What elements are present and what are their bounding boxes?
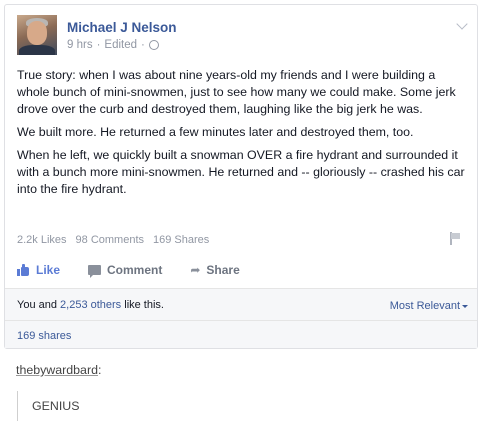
- share-icon: ➦: [190, 263, 201, 277]
- globe-icon: [148, 40, 159, 50]
- shares-count[interactable]: 169 Shares: [153, 234, 209, 246]
- post-paragraph: When he left, we quickly built a snowman…: [17, 148, 465, 196]
- like-label: Like: [36, 263, 61, 277]
- likes-suffix: like this.: [121, 299, 164, 311]
- post-paragraph: True story: when I was about nine years-…: [17, 68, 456, 116]
- thumb-icon: [17, 264, 30, 276]
- action-bar: Like Comment ➦ Share: [17, 263, 268, 278]
- likes-summary: You and 2,253 others like this.: [17, 299, 164, 311]
- meta-separator: ·: [96, 39, 101, 51]
- likes-summary-row: You and 2,253 others like this. Most Rel…: [5, 288, 477, 320]
- flag-cloth: [451, 233, 460, 239]
- caret-icon: [462, 304, 468, 308]
- quote-bar: [17, 391, 18, 421]
- facebook-post-card: Michael J Nelson 9 hrs · Edited · True s…: [4, 4, 478, 349]
- meta-separator: ·: [141, 39, 145, 51]
- likes-others-link[interactable]: 2,253 others: [60, 299, 121, 311]
- post-time[interactable]: 9 hrs: [67, 39, 93, 51]
- post-body: True story: when I was about nine years-…: [17, 67, 469, 204]
- sort-dropdown[interactable]: Most Relevant: [390, 300, 468, 312]
- comment-icon: [88, 265, 102, 278]
- comment-label: Comment: [107, 263, 163, 277]
- chevron-down-icon[interactable]: [456, 18, 468, 30]
- share-label: Share: [206, 263, 240, 277]
- comments-count[interactable]: 98 Comments: [76, 234, 144, 246]
- username-colon: :: [97, 363, 102, 377]
- edited-label[interactable]: Edited: [104, 39, 137, 51]
- post-stats: 2.2k Likes 98 Comments 169 Shares: [17, 234, 209, 246]
- author-name[interactable]: Michael J Nelson: [67, 20, 177, 35]
- tumblr-username: thebywardbard:: [16, 363, 101, 377]
- shares-row: 169 shares: [5, 320, 477, 348]
- avatar-face: [27, 21, 47, 45]
- shares-link[interactable]: 169 shares: [17, 330, 71, 342]
- avatar[interactable]: [17, 15, 57, 55]
- comment-button[interactable]: Comment: [88, 263, 163, 278]
- likes-count[interactable]: 2.2k Likes: [17, 234, 67, 246]
- tumblr-username-link[interactable]: thebywardbard: [16, 363, 98, 377]
- post-meta: 9 hrs · Edited ·: [67, 39, 159, 51]
- post-paragraph: We built more. He returned a few minutes…: [17, 125, 414, 139]
- share-button[interactable]: ➦ Share: [190, 263, 239, 277]
- flag-icon[interactable]: [449, 232, 461, 245]
- likes-prefix: You and: [17, 299, 61, 311]
- like-button[interactable]: Like: [17, 263, 60, 277]
- tumblr-reply: GENIUS: [32, 399, 80, 413]
- sort-label: Most Relevant: [389, 300, 460, 312]
- avatar-shirt: [19, 45, 55, 55]
